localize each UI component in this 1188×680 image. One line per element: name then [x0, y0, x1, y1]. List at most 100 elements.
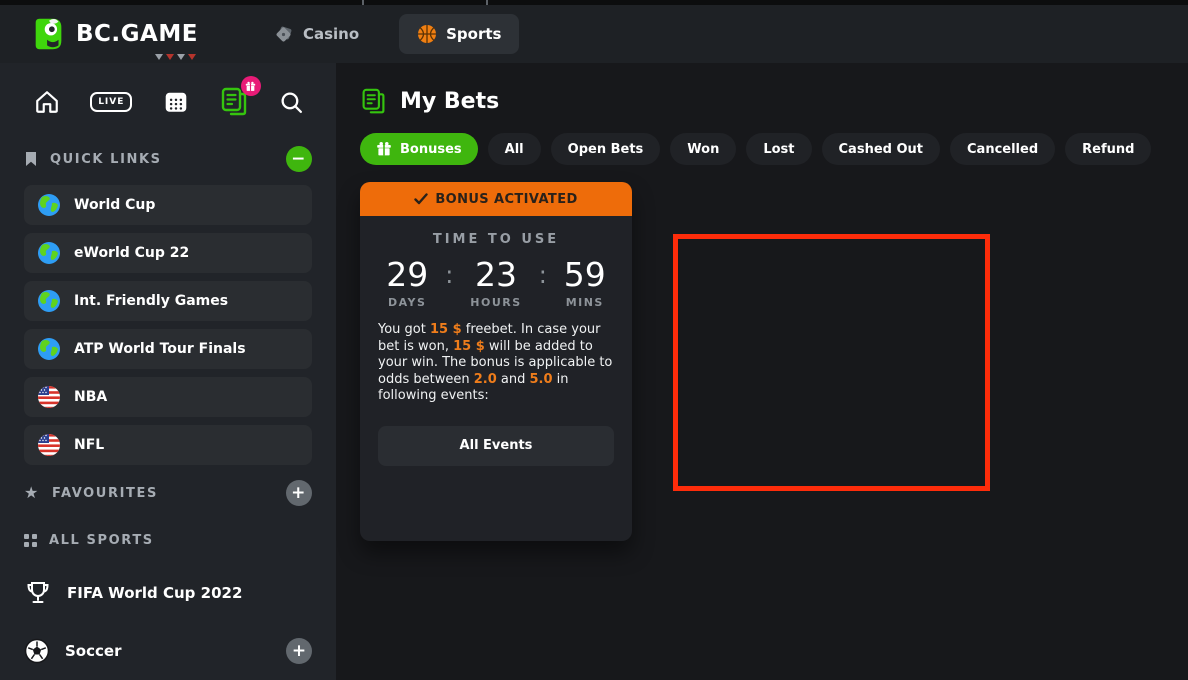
- globe-icon: [37, 193, 61, 217]
- quick-link-atp-world-tour-finals[interactable]: ATP World Tour Finals: [24, 329, 312, 369]
- countdown-days-label: DAYS: [388, 296, 426, 309]
- soccer-expand-button[interactable]: +: [286, 638, 312, 664]
- quick-link-label: NFL: [74, 437, 104, 453]
- top-strip-tick: [486, 0, 488, 5]
- sidebar: LIVE: [0, 63, 336, 680]
- filter-chip-won[interactable]: Won: [670, 133, 736, 165]
- calendar-icon[interactable]: [163, 89, 189, 115]
- basketball-icon: [417, 24, 437, 44]
- time-to-use-label: TIME TO USE: [360, 232, 632, 247]
- quick-link-label: ATP World Tour Finals: [74, 341, 246, 357]
- brand-text: BC.GAME: [76, 21, 198, 47]
- countdown-hours-label: HOURS: [470, 296, 521, 309]
- page-title: My Bets: [400, 89, 499, 114]
- my-bets-icon[interactable]: [219, 86, 249, 118]
- grid-icon: [24, 534, 37, 547]
- countdown-days-value: 29: [386, 256, 428, 294]
- bcgame-logo-icon: [30, 15, 68, 53]
- header-bar: BC.GAME Casino Sports: [0, 5, 1188, 63]
- quick-link-eworld-cup-22[interactable]: eWorld Cup 22: [24, 233, 312, 273]
- sidebar-item-label: FIFA World Cup 2022: [67, 584, 242, 602]
- my-bets-title-icon: [360, 87, 387, 116]
- checkmark-icon: [414, 193, 428, 205]
- quick-link-label: Int. Friendly Games: [74, 293, 228, 309]
- countdown-hours-value: 23: [475, 256, 517, 294]
- bonus-notification-badge: [241, 76, 261, 96]
- bonus-activated-label: BONUS ACTIVATED: [435, 192, 577, 207]
- filter-chip-label: Cancelled: [967, 142, 1038, 157]
- sidebar-icon-row: LIVE: [24, 63, 312, 119]
- page-title-row: My Bets: [360, 85, 1188, 117]
- search-icon[interactable]: [279, 90, 304, 115]
- sidebar-item-fifa-world-cup-2022[interactable]: FIFA World Cup 2022: [24, 577, 312, 609]
- main-content: My Bets Bonuses All Open Bets Won Lost C…: [336, 63, 1188, 680]
- nav-casino[interactable]: Casino: [256, 14, 377, 54]
- filter-chip-lost[interactable]: Lost: [746, 133, 811, 165]
- filter-chip-open-bets[interactable]: Open Bets: [551, 133, 661, 165]
- quick-links-collapse-button[interactable]: −: [286, 146, 312, 172]
- quick-links-list: World Cup eWorld Cup 22: [24, 185, 312, 465]
- nav-sports-label: Sports: [446, 25, 501, 43]
- globe-icon: [37, 289, 61, 313]
- top-strip: [0, 0, 1188, 5]
- home-icon[interactable]: [34, 89, 60, 115]
- quick-link-world-cup[interactable]: World Cup: [24, 185, 312, 225]
- bunting-decoration: [155, 54, 196, 60]
- filter-chip-label: Refund: [1082, 142, 1134, 157]
- quick-link-label: World Cup: [74, 197, 155, 213]
- quick-link-label: NBA: [74, 389, 107, 405]
- filter-chip-label: Lost: [763, 142, 794, 157]
- casino-diamond-icon: [274, 24, 294, 44]
- sidebar-item-label: Soccer: [65, 642, 121, 660]
- quick-link-label: eWorld Cup 22: [74, 245, 189, 261]
- trophy-icon: [24, 579, 52, 607]
- globe-icon: [37, 337, 61, 361]
- nav-casino-label: Casino: [303, 25, 359, 43]
- filter-chip-label: All: [505, 142, 524, 157]
- live-events-icon[interactable]: LIVE: [90, 92, 132, 112]
- countdown-mins-label: MINS: [566, 296, 604, 309]
- live-label: LIVE: [90, 92, 132, 112]
- quick-links-header: QUICK LINKS −: [24, 145, 312, 173]
- sidebar-item-soccer[interactable]: Soccer +: [24, 635, 312, 667]
- top-strip-tick: [362, 0, 364, 5]
- bonus-countdown: 29 DAYS : 23 HOURS : 59 MINS: [360, 256, 632, 309]
- favourites-add-button[interactable]: +: [286, 480, 312, 506]
- app-window: BC.GAME Casino Sports: [0, 0, 1188, 680]
- quick-link-int-friendly-games[interactable]: Int. Friendly Games: [24, 281, 312, 321]
- filter-chip-all[interactable]: All: [488, 133, 541, 165]
- red-annotation-rectangle: [673, 234, 990, 491]
- all-sports-title: ALL SPORTS: [49, 533, 154, 548]
- gift-icon: [376, 141, 392, 157]
- star-icon: ★: [24, 485, 40, 501]
- soccer-ball-icon: [24, 638, 50, 664]
- countdown-mins-value: 59: [564, 256, 606, 294]
- filter-chip-cashed-out[interactable]: Cashed Out: [822, 133, 940, 165]
- countdown-separator: :: [539, 256, 547, 294]
- all-sports-header: ALL SPORTS: [24, 529, 312, 551]
- quick-link-nba[interactable]: NBA: [24, 377, 312, 417]
- filter-chip-label: Won: [687, 142, 719, 157]
- usa-flag-icon: [37, 433, 61, 457]
- bonus-description: You got 15 $ freebet. In case your bet i…: [378, 322, 614, 405]
- quick-links-title: QUICK LINKS: [50, 152, 162, 167]
- filter-chip-cancelled[interactable]: Cancelled: [950, 133, 1055, 165]
- filter-chip-label: Open Bets: [568, 142, 644, 157]
- filter-chip-label: Bonuses: [400, 142, 462, 157]
- bookmark-icon: [24, 151, 38, 167]
- all-events-button[interactable]: All Events: [378, 426, 614, 466]
- filter-chip-bonuses[interactable]: Bonuses: [360, 133, 478, 165]
- usa-flag-icon: [37, 385, 61, 409]
- bcgame-logo[interactable]: BC.GAME: [30, 15, 198, 53]
- favourites-title: FAVOURITES: [52, 486, 158, 501]
- countdown-separator: :: [445, 256, 453, 294]
- quick-link-nfl[interactable]: NFL: [24, 425, 312, 465]
- bet-filter-chips: Bonuses All Open Bets Won Lost Cashed Ou…: [360, 133, 1188, 165]
- nav-sports[interactable]: Sports: [399, 14, 519, 54]
- filter-chip-label: Cashed Out: [839, 142, 923, 157]
- filter-chip-refund[interactable]: Refund: [1065, 133, 1151, 165]
- bonus-activated-banner: BONUS ACTIVATED: [360, 182, 632, 216]
- bonus-card: BONUS ACTIVATED TIME TO USE 29 DAYS : 23…: [360, 182, 632, 541]
- favourites-header: ★ FAVOURITES +: [24, 479, 312, 507]
- top-nav: Casino Sports: [256, 5, 520, 63]
